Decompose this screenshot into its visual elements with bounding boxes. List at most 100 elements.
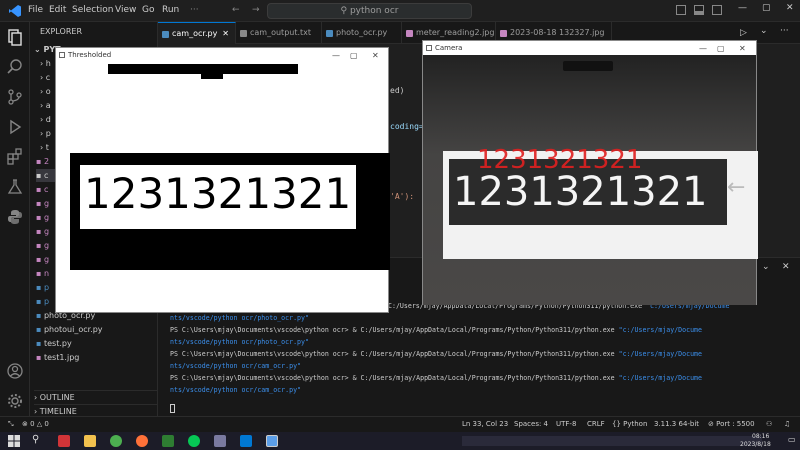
thresholded-titlebar[interactable]: Thresholded — ▢ ✕ xyxy=(56,48,388,62)
minimize-icon[interactable]: — xyxy=(738,3,747,13)
terminal-argument: "c:/Users/mjay/Docume xyxy=(618,374,702,382)
timeline-label: TIMELINE xyxy=(39,407,77,416)
terminal-text: PS C:\Users\mjay\Documents\vscode\python… xyxy=(170,326,615,334)
run-debug-icon[interactable] xyxy=(6,118,24,136)
thresholded-window[interactable]: Thresholded — ▢ ✕ 1231321321 xyxy=(55,47,390,313)
python-icon[interactable] xyxy=(6,208,24,226)
notifications-bell-icon[interactable]: ♫ xyxy=(784,420,790,428)
terminal-line: PS C:\Users\mjay\Documents\vscode\python… xyxy=(170,326,702,334)
noise-blob xyxy=(201,74,223,79)
encoding[interactable]: UTF-8 xyxy=(556,420,576,428)
live-server-port[interactable]: ⊘ Port : 5500 xyxy=(708,420,755,428)
tree-file-photoui-ocr[interactable]: ▪ photoui_ocr.py xyxy=(36,323,164,336)
minimize-icon[interactable]: — xyxy=(332,49,340,63)
line-endings[interactable]: CRLF xyxy=(587,420,605,428)
taskbar-time[interactable]: 08:16 xyxy=(752,433,769,440)
minimize-icon[interactable]: — xyxy=(699,42,707,56)
tree-file-test1[interactable]: ▪ test1.jpg xyxy=(36,351,164,364)
broadcast-icon: ⊘ xyxy=(708,420,717,428)
close-icon[interactable]: ✕ xyxy=(739,42,746,56)
maximize-icon[interactable]: ▢ xyxy=(350,49,358,63)
forward-arrow-icon[interactable]: → xyxy=(252,5,260,15)
chrome-icon[interactable] xyxy=(110,435,122,447)
window-title: Thresholded xyxy=(68,51,112,59)
tree-file-test[interactable]: ▪ test.py xyxy=(36,337,164,350)
menu-selection[interactable]: Selection xyxy=(72,5,113,15)
terminal-text: PS C:\Users\mjay\Documents\vscode\python… xyxy=(170,350,615,358)
camera-window[interactable]: Camera — ▢ ✕ 1231321321 1231321321 ← xyxy=(422,40,758,305)
camera-titlebar[interactable]: Camera — ▢ ✕ xyxy=(423,41,756,55)
taskbar-app-icon[interactable] xyxy=(214,435,226,447)
taskbar-date[interactable]: 2023/8/18 xyxy=(740,441,771,448)
tab-cam-output[interactable]: cam_output.txt xyxy=(236,22,322,44)
display-frame: 1231321321 xyxy=(70,153,390,270)
tab-label: cam_output.txt xyxy=(250,28,312,37)
tab-label: 2023-08-18 132327.jpg xyxy=(510,28,605,37)
accounts-status-icon[interactable]: ⚇ xyxy=(766,420,772,428)
panel-close-icon[interactable]: ✕ xyxy=(782,262,790,272)
notification-center-icon[interactable]: ▭ xyxy=(788,435,796,444)
remote-icon[interactable]: ⤡ xyxy=(8,420,14,429)
testing-flask-icon[interactable] xyxy=(6,178,24,196)
search-icon[interactable] xyxy=(6,58,24,76)
explorer-header: EXPLORER xyxy=(40,27,82,36)
spreadsheet-app-icon[interactable] xyxy=(162,435,174,447)
menu-edit[interactable]: Edit xyxy=(49,5,66,15)
back-arrow-icon[interactable]: ← xyxy=(232,5,240,15)
terminal-text: nts/vscode/python ocr/photo_ocr.py" xyxy=(170,314,309,322)
vscode-taskbar-icon[interactable] xyxy=(240,435,252,447)
more-actions-icon[interactable]: ··· xyxy=(780,26,789,36)
run-dropdown-icon[interactable]: ⌄ xyxy=(760,26,768,36)
toggle-panel-icon[interactable] xyxy=(694,5,704,15)
language-mode[interactable]: {} Python xyxy=(612,420,647,428)
terminal-text: nts/vscode/python ocr/cam_ocr.py" xyxy=(170,386,302,394)
ocr-overlay-text: 1231321321 xyxy=(477,145,643,175)
search-label: python ocr xyxy=(349,6,399,16)
camera-feed: 1231321321 1231321321 ← xyxy=(423,55,758,305)
terminal-line: nts/vscode/python ocr/cam_ocr.py" xyxy=(170,386,301,394)
command-center-search[interactable]: ⚲ python ocr xyxy=(267,3,472,19)
line-app-icon[interactable] xyxy=(188,435,200,447)
close-icon[interactable]: ✕ xyxy=(786,3,794,13)
menu-go[interactable]: Go xyxy=(142,5,154,15)
indentation[interactable]: Spaces: 4 xyxy=(514,420,548,428)
vscode-logo-icon xyxy=(9,5,21,17)
extensions-icon[interactable] xyxy=(6,148,24,166)
taskbar-app-icon[interactable] xyxy=(58,435,70,447)
tab-label: meter_reading2.jpg xyxy=(416,28,495,37)
python-interpreter[interactable]: 3.11.3 64-bit xyxy=(654,420,699,428)
file-explorer-icon[interactable] xyxy=(84,435,96,447)
tab-cam-ocr[interactable]: cam_ocr.py ✕ xyxy=(158,22,236,44)
source-control-icon[interactable] xyxy=(6,88,24,106)
maximize-icon[interactable]: ▢ xyxy=(717,42,725,56)
menu-file[interactable]: File xyxy=(28,5,43,15)
python-file-icon xyxy=(162,31,169,38)
maximize-icon[interactable]: ▢ xyxy=(762,3,771,13)
tab-close-icon[interactable]: ✕ xyxy=(222,29,229,38)
customize-layout-icon[interactable] xyxy=(712,5,722,15)
run-file-icon[interactable]: ▷ xyxy=(740,28,747,38)
cursor-position[interactable]: Ln 33, Col 23 xyxy=(462,420,508,428)
menu-run[interactable]: Run xyxy=(162,5,179,15)
more-menu-icon[interactable]: ··· xyxy=(190,5,199,15)
tab-photo-ocr[interactable]: photo_ocr.py xyxy=(322,22,402,44)
settings-gear-icon[interactable] xyxy=(6,392,24,410)
explorer-icon[interactable] xyxy=(6,28,24,46)
system-tray[interactable] xyxy=(462,436,762,446)
account-icon[interactable] xyxy=(6,362,24,380)
close-icon[interactable]: ✕ xyxy=(372,49,379,63)
arrow-left-icon: ← xyxy=(727,175,746,200)
windows-start-icon[interactable] xyxy=(8,435,20,447)
firefox-icon[interactable] xyxy=(136,435,148,447)
errors-status[interactable]: ⊗ 0 △ 0 xyxy=(22,420,49,428)
digit-background: 1231321321 xyxy=(80,165,356,229)
panel-collapse-icon[interactable]: ⌄ xyxy=(762,262,770,272)
file-label: photoui_ocr.py xyxy=(43,325,103,334)
python-window-taskbar-icon[interactable] xyxy=(266,435,278,447)
outline-section[interactable]: › OUTLINE xyxy=(34,390,162,403)
menu-view[interactable]: View xyxy=(115,5,136,15)
terminal-line: nts/vscode/python ocr/cam_ocr.py" xyxy=(170,362,301,370)
taskbar-search-icon[interactable]: ⚲ xyxy=(32,434,39,445)
toggle-sidebar-icon[interactable] xyxy=(676,5,686,15)
terminal-text: PS C:\Users\mjay\Documents\vscode\python… xyxy=(170,374,615,382)
